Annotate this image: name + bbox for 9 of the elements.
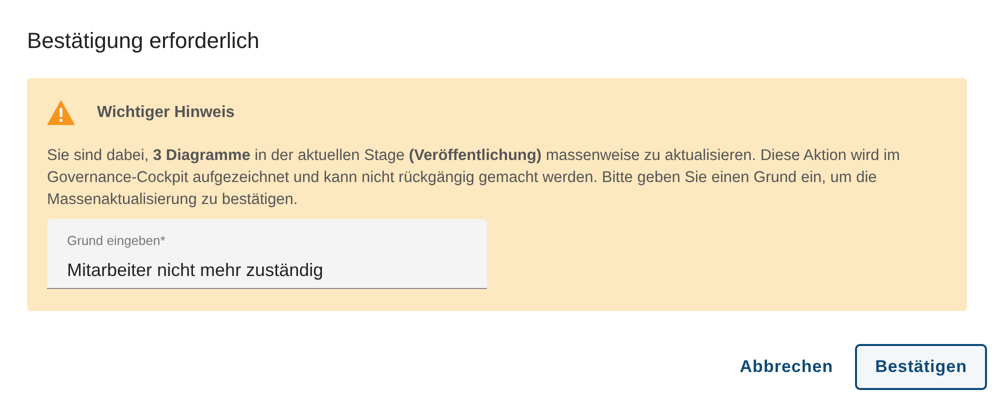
field-value[interactable]: Mitarbeiter nicht mehr zuständig: [67, 256, 467, 284]
confirm-button[interactable]: Bestätigen: [855, 344, 987, 390]
reason-field[interactable]: Grund eingeben* Mitarbeiter nicht mehr zuständig: [47, 219, 487, 289]
cancel-button[interactable]: Abbrechen: [738, 344, 836, 390]
field-label: Grund eingeben*: [67, 232, 166, 250]
warning-icon: [47, 100, 75, 125]
notice-text: Sie sind dabei, 3 Diagramme in der aktuellen Stage (Veröffentlichung) massenweise zu aktualisieren. Diese Aktion wird im Governance-Cockpit aufgezeichnet und kann nicht rückgängig gemacht werden. Bitte geben Sie einen Grund ein, um die Massenaktualisierung zu bestätigen.: [47, 146, 901, 210]
notice-heading: Wichtiger Hinweis: [97, 102, 235, 122]
dialog-title: Bestätigung erforderlich: [27, 27, 260, 55]
